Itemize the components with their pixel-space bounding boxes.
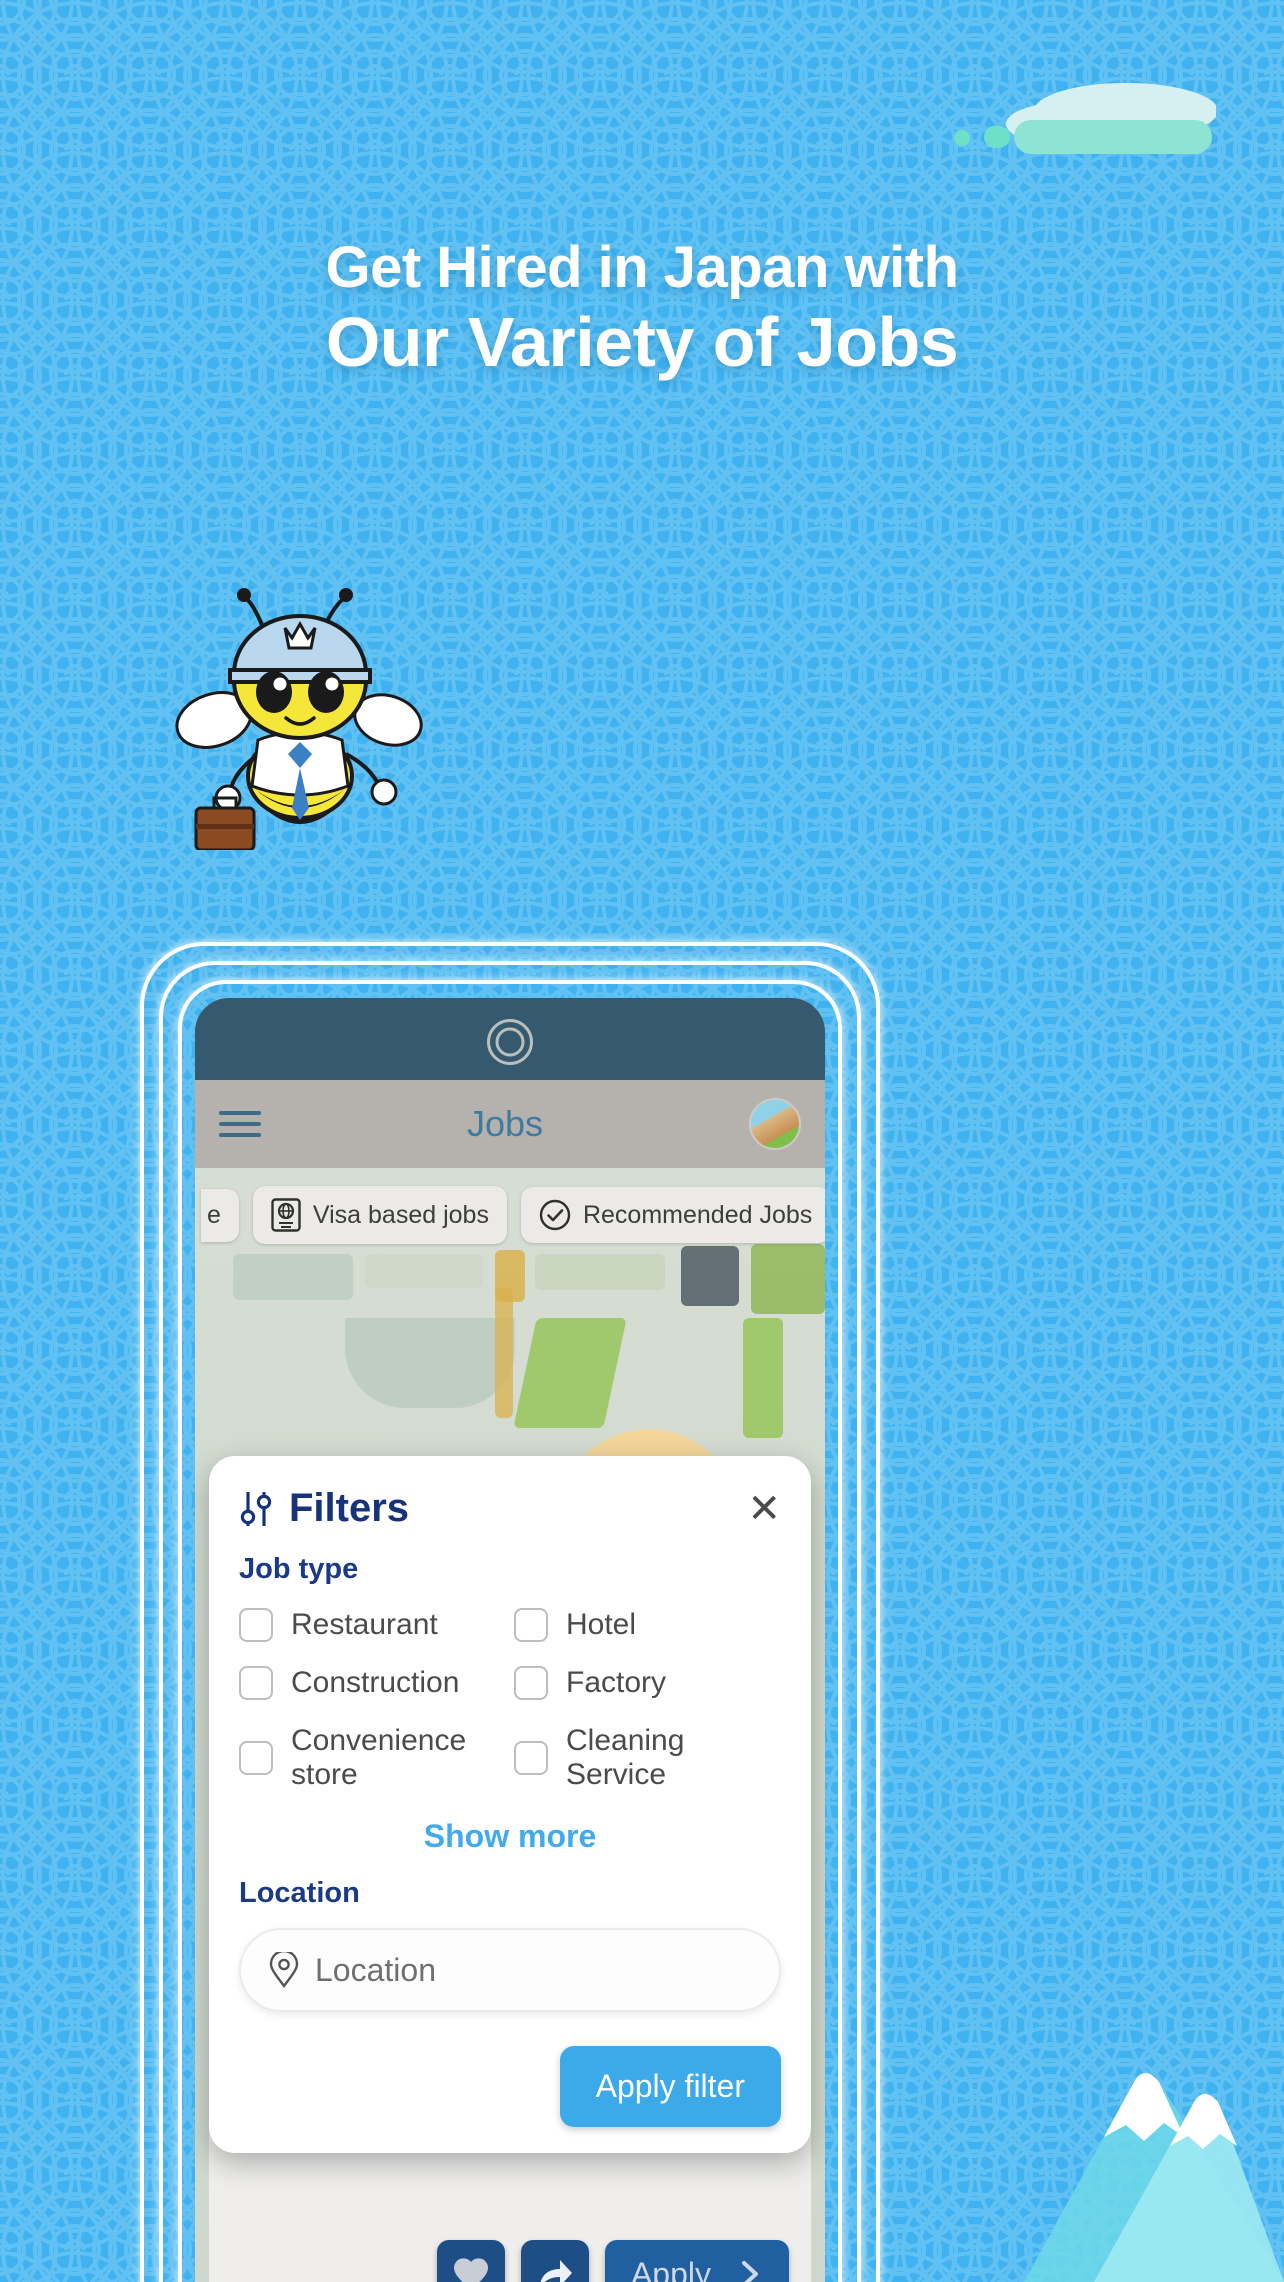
phone-screen: Jobs e Visa based jobs Recommended Jobs … — [195, 998, 825, 2282]
map-background: e Visa based jobs Recommended Jobs Apply… — [195, 1168, 825, 2282]
checkbox-label: Convenience store — [291, 1724, 467, 1791]
job-type-checkbox-grid: Restaurant Hotel Construction Factory Co… — [239, 1608, 781, 1792]
location-placeholder: Location — [315, 1951, 436, 1988]
phone-status-bar — [195, 998, 825, 1080]
checkbox-label: Factory — [566, 1666, 667, 1699]
share-button[interactable] — [520, 2240, 589, 2282]
filters-title-group: Filters — [239, 1486, 409, 1531]
job-type-section-label: Job type — [239, 1553, 359, 1585]
checkbox-label: Hotel — [566, 1608, 637, 1641]
filters-dialog-header: Filters ✕ — [239, 1486, 781, 1531]
hero-headline: Get Hired in Japan with Our Variety of J… — [0, 238, 1284, 381]
checkbox-construction[interactable] — [239, 1666, 273, 1700]
headline-line-2: Our Variety of Jobs — [325, 303, 959, 382]
cloud-decoration — [954, 83, 1216, 154]
chip-visa-based-jobs[interactable]: Visa based jobs — [252, 1186, 507, 1244]
checkbox-row-hotel[interactable]: Hotel — [514, 1608, 781, 1642]
checkbox-restaurant[interactable] — [239, 1608, 273, 1642]
camera-ring-icon — [487, 1019, 533, 1065]
check-circle-icon — [539, 1199, 571, 1231]
checkbox-row-construction[interactable]: Construction — [239, 1666, 506, 1700]
checkbox-label: Construction — [291, 1666, 460, 1699]
filters-dialog-title: Filters — [289, 1486, 410, 1530]
chip-label: e — [207, 1200, 221, 1229]
show-more-link[interactable]: Show more — [239, 1818, 781, 1855]
checkbox-label: Cleaning Service — [566, 1724, 685, 1791]
location-section-label: Location — [239, 1877, 360, 1909]
chip-label: Recommended Jobs — [582, 1200, 813, 1229]
apply-button[interactable]: Apply — [604, 2240, 789, 2282]
chip-recommended-jobs[interactable]: Recommended Jobs — [520, 1187, 825, 1243]
checkbox-convenience-store[interactable] — [239, 1741, 273, 1775]
checkbox-row-restaurant[interactable]: Restaurant — [239, 1608, 506, 1642]
apply-button-label: Apply — [630, 2255, 711, 2282]
checkbox-factory[interactable] — [514, 1666, 548, 1700]
favorite-button[interactable] — [436, 2240, 505, 2282]
checkbox-cleaning-service[interactable] — [514, 1741, 548, 1775]
chip-truncated[interactable]: e — [201, 1188, 239, 1242]
filters-dialog: Filters ✕ Job type Restaurant Hotel Cons… — [209, 1456, 811, 2153]
checkbox-row-cleaning-service[interactable]: Cleaning Service — [514, 1724, 781, 1792]
checkbox-row-convenience-store[interactable]: Convenience store — [239, 1724, 506, 1792]
heart-icon — [453, 2258, 488, 2282]
bee-mascot — [175, 588, 423, 850]
close-x-icon[interactable]: ✕ — [747, 1489, 781, 1529]
hamburger-menu-icon[interactable] — [219, 1104, 261, 1144]
apply-filter-row: Apply filter — [239, 2046, 781, 2127]
app-header: Jobs — [195, 1080, 825, 1168]
share-arrow-icon — [540, 2260, 572, 2282]
chip-label: Visa based jobs — [312, 1200, 489, 1229]
checkbox-row-factory[interactable]: Factory — [514, 1666, 781, 1700]
tune-sliders-icon — [240, 1491, 272, 1526]
checkbox-label: Restaurant — [291, 1608, 438, 1641]
apply-filter-button[interactable]: Apply filter — [559, 2046, 781, 2127]
chevron-right-icon — [742, 2261, 758, 2282]
checkbox-hotel[interactable] — [514, 1608, 548, 1642]
location-input[interactable]: Location — [239, 1928, 781, 2012]
phone-mockup: Jobs e Visa based jobs Recommended Jobs … — [140, 942, 1040, 2282]
headline-line-1: Get Hired in Japan with — [325, 235, 959, 300]
map-pin-icon — [269, 1952, 299, 1988]
filter-chip-row: e Visa based jobs Recommended Jobs — [195, 1186, 825, 1244]
job-action-bar: Apply — [436, 2240, 789, 2282]
passport-icon — [271, 1198, 301, 1232]
app-title: Jobs — [466, 1103, 544, 1144]
user-avatar[interactable] — [748, 1098, 801, 1150]
